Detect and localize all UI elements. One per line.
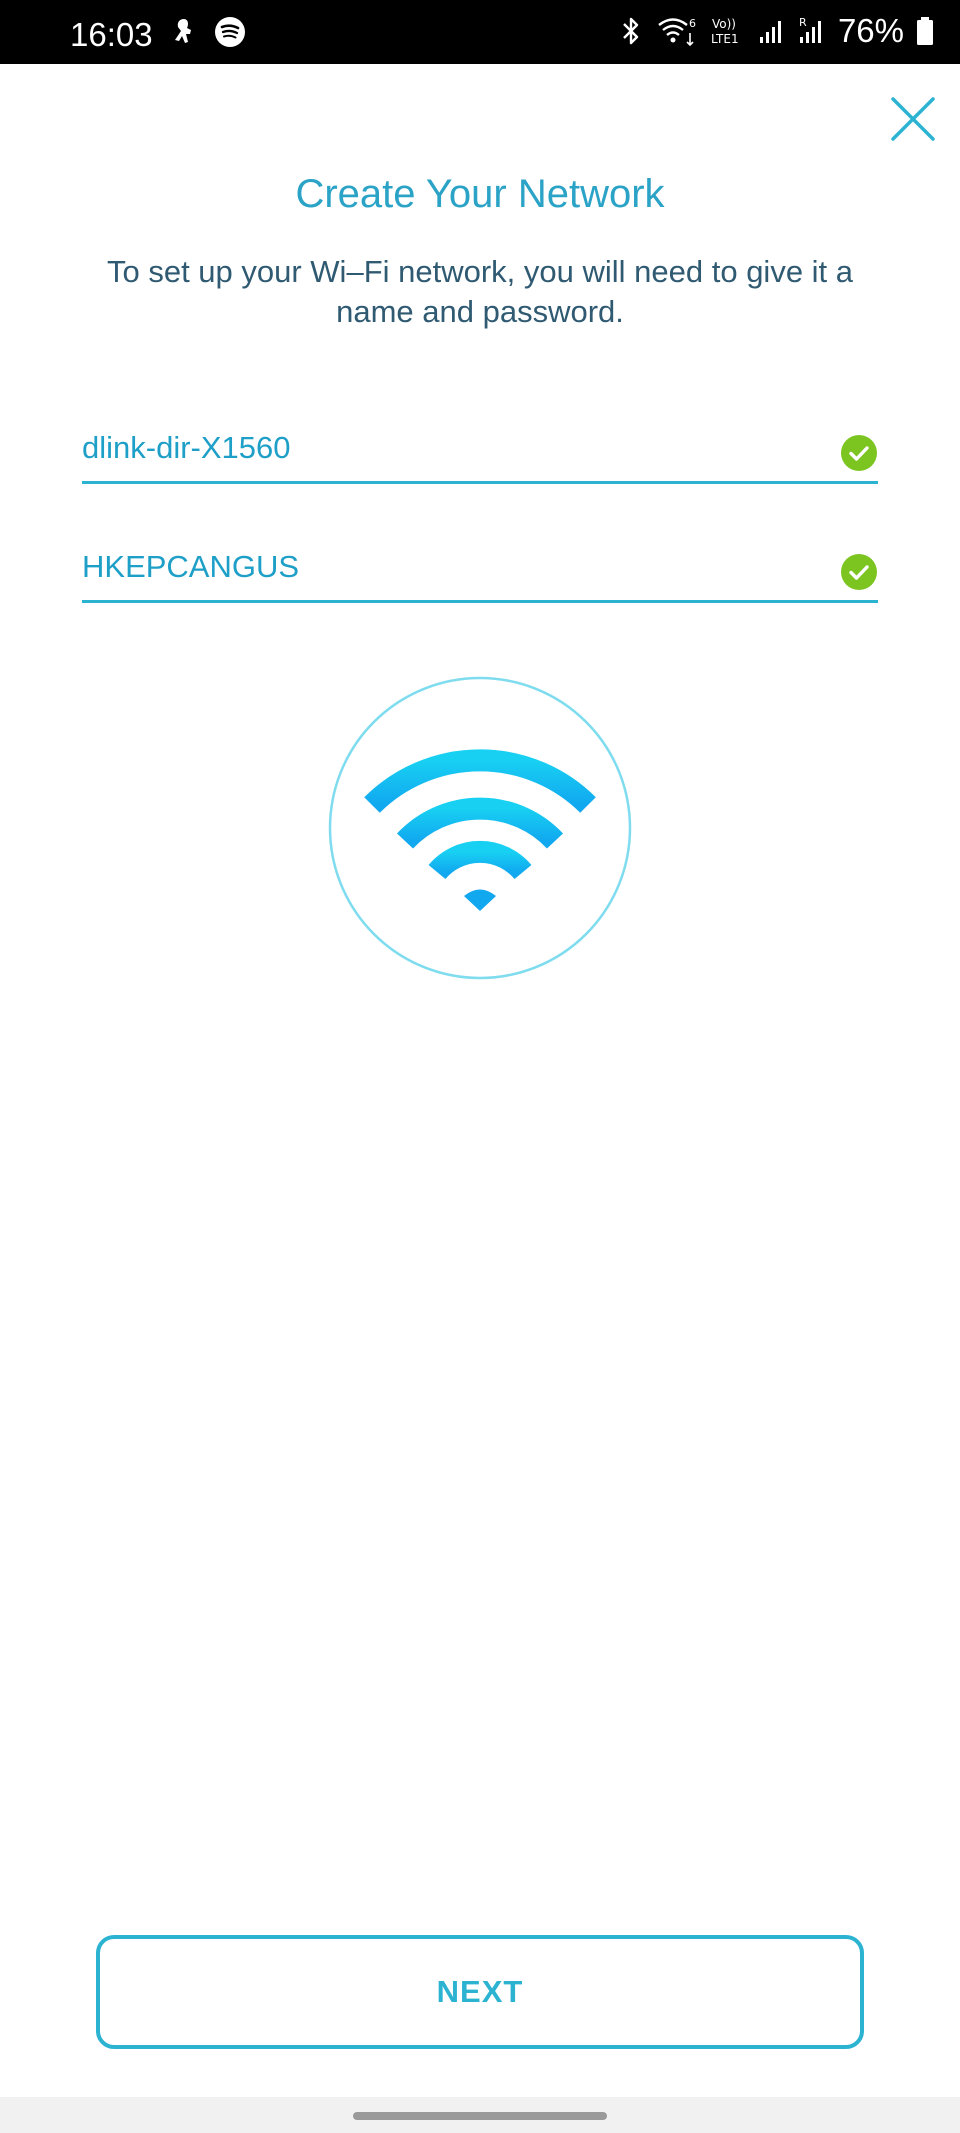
home-handle[interactable] (353, 2112, 607, 2120)
spotify-icon (215, 17, 245, 47)
check-circle-icon (841, 435, 877, 471)
status-time: 16:03 (70, 16, 153, 53)
battery-icon (917, 16, 933, 45)
roaming-signal-icon: R (799, 16, 821, 43)
volte-lte1-icon: Vo)) LTE1 (711, 17, 739, 46)
close-button[interactable] (888, 94, 938, 144)
next-button-label: NEXT (436, 1974, 524, 2009)
navigation-bar (0, 2097, 960, 2133)
svg-text:LTE1: LTE1 (711, 32, 739, 46)
page-title: Create Your Network (295, 172, 665, 216)
wifi-6-icon: 6 (658, 17, 696, 46)
status-right-icons: 6 Vo)) LTE1 R 76% (618, 14, 934, 47)
network-name-value: dlink-dir-X1560 (82, 430, 291, 465)
status-left-icons (168, 16, 246, 48)
battery-percent: 76% (837, 12, 904, 49)
network-name-field[interactable]: dlink-dir-X1560 (82, 424, 878, 484)
bluetooth-icon (623, 17, 639, 44)
wifi-icon (328, 676, 632, 980)
next-button[interactable]: NEXT (96, 1935, 864, 2049)
password-field[interactable]: HKEPCANGUS (82, 543, 878, 603)
close-icon (891, 97, 935, 141)
svg-text:6: 6 (689, 17, 696, 30)
signal-icon (759, 20, 781, 43)
status-bar: 16:03 6 Vo)) LTE1 R 76% (0, 0, 960, 64)
svg-text:Vo)): Vo)) (712, 17, 736, 31)
password-value: HKEPCANGUS (82, 549, 300, 584)
pin-icon (175, 19, 191, 43)
check-circle-icon (841, 554, 877, 590)
svg-text:R: R (799, 16, 807, 29)
page-description: To set up your Wi–Fi network, you will n… (106, 254, 854, 329)
